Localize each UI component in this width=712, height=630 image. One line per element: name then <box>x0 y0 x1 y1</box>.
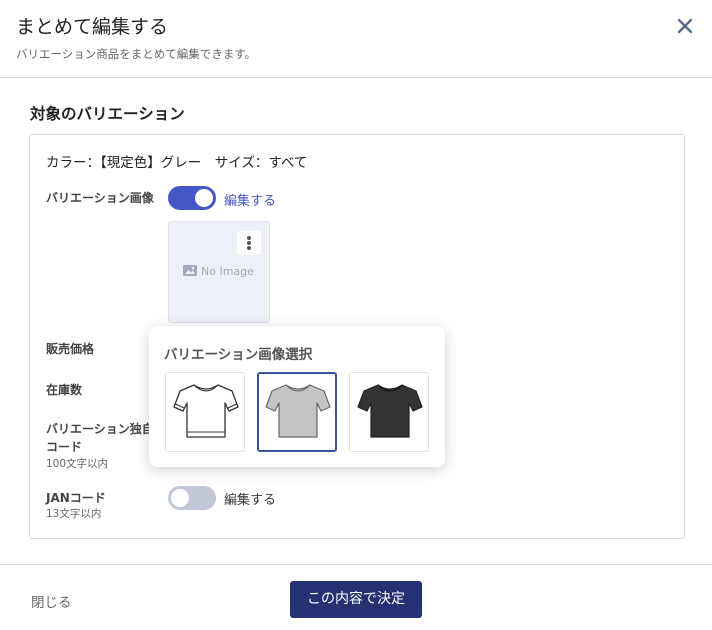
submit-button[interactable]: この内容で決定 <box>290 581 422 618</box>
variation-image-toggle[interactable] <box>168 186 216 210</box>
toggle-knob <box>195 189 213 207</box>
variation-code-hint: 100文字以内 <box>46 458 109 470</box>
variation-code-label-line2: コード <box>46 440 83 454</box>
gray-tshirt-icon <box>265 384 331 438</box>
kebab-dot <box>247 236 251 240</box>
jan-code-toggle[interactable] <box>168 486 216 510</box>
modal-header: まとめて編集する バリエーション商品をまとめて編集できます。 <box>0 0 712 78</box>
jan-code-toggle-label: 編集する <box>224 493 277 508</box>
image-option-black-tshirt[interactable] <box>349 372 429 452</box>
close-button[interactable] <box>674 15 696 37</box>
jan-code-hint: 13文字以内 <box>46 508 102 520</box>
kebab-dot <box>247 241 251 245</box>
price-label: 販売価格 <box>46 342 95 356</box>
black-tshirt-icon <box>357 384 423 438</box>
section-title: 対象のバリエーション <box>30 105 185 123</box>
stock-label: 在庫数 <box>46 383 83 397</box>
variation-code-label-line1: バリエーション独自 <box>46 422 154 436</box>
variation-image-label: バリエーション画像 <box>46 191 154 205</box>
modal-title: まとめて編集する <box>16 16 169 38</box>
image-icon <box>183 265 197 276</box>
kebab-dot <box>247 246 251 250</box>
no-image-text: No Image <box>201 265 254 278</box>
no-image-placeholder: No Image <box>183 265 254 278</box>
target-variation-text: カラー：【現定色】グレー サイズ：すべて <box>46 155 308 171</box>
modal-footer: 閉じる この内容で決定 <box>0 564 712 630</box>
modal-subtitle: バリエーション商品をまとめて編集できます。 <box>16 47 257 61</box>
close-icon <box>677 18 693 34</box>
variation-image-tile[interactable]: No Image <box>168 221 270 323</box>
image-select-popover: バリエーション画像選択 <box>149 326 445 467</box>
popover-title: バリエーション画像選択 <box>164 347 313 363</box>
image-option-gray-tshirt[interactable] <box>257 372 337 452</box>
more-options-button[interactable] <box>237 231 261 255</box>
jan-code-label: JANコード <box>46 491 106 505</box>
close-link[interactable]: 閉じる <box>31 591 72 611</box>
toggle-knob <box>171 489 189 507</box>
white-tshirt-icon <box>173 384 239 438</box>
variation-image-toggle-label: 編集する <box>224 194 277 209</box>
image-option-white-tshirt[interactable] <box>165 372 245 452</box>
